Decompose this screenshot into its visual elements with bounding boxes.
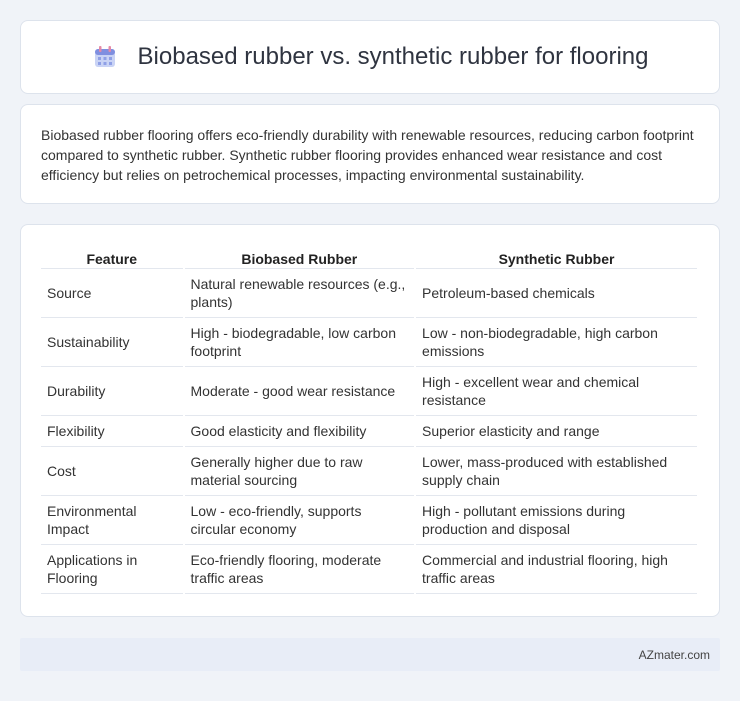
title-card: Biobased rubber vs. synthetic rubber for… — [20, 20, 720, 94]
summary-card: Biobased rubber flooring offers eco-frie… — [20, 104, 720, 204]
comparison-table-card: Feature Biobased Rubber Synthetic Rubber… — [20, 224, 720, 617]
synthetic-cell: Lower, mass-produced with established su… — [416, 447, 697, 496]
synthetic-cell: Petroleum-based chemicals — [416, 269, 697, 318]
biobased-cell: Natural renewable resources (e.g., plant… — [184, 269, 415, 318]
biobased-cell: Low - eco-friendly, supports circular ec… — [184, 496, 415, 545]
biobased-cell: Moderate - good wear resistance — [184, 367, 415, 416]
table-row: Flexibility Good elasticity and flexibil… — [41, 416, 697, 447]
table-row: Environmental Impact Low - eco-friendly,… — [41, 496, 697, 545]
header-biobased: Biobased Rubber — [184, 245, 415, 269]
table-header-row: Feature Biobased Rubber Synthetic Rubber — [41, 245, 697, 269]
footer-bar: AZmater.com — [20, 638, 720, 671]
feature-cell: Source — [41, 269, 183, 318]
synthetic-cell: Superior elasticity and range — [416, 416, 697, 447]
calendar-icon — [92, 44, 118, 70]
header-feature: Feature — [41, 245, 183, 269]
feature-cell: Sustainability — [41, 318, 183, 367]
table-row: Durability Moderate - good wear resistan… — [41, 367, 697, 416]
synthetic-cell: Low - non-biodegradable, high carbon emi… — [416, 318, 697, 367]
feature-cell: Cost — [41, 447, 183, 496]
table-row: Sustainability High - biodegradable, low… — [41, 318, 697, 367]
page-title: Biobased rubber vs. synthetic rubber for… — [137, 43, 649, 70]
table-row: Applications in Flooring Eco-friendly fl… — [41, 545, 697, 594]
biobased-cell: Good elasticity and flexibility — [184, 416, 415, 447]
synthetic-cell: High - excellent wear and chemical resis… — [416, 367, 697, 416]
summary-text: Biobased rubber flooring offers eco-frie… — [41, 127, 694, 183]
table-row: Cost Generally higher due to raw materia… — [41, 447, 697, 496]
biobased-cell: Generally higher due to raw material sou… — [184, 447, 415, 496]
comparison-table: Feature Biobased Rubber Synthetic Rubber… — [39, 245, 699, 594]
header-synthetic: Synthetic Rubber — [416, 245, 697, 269]
feature-cell: Environmental Impact — [41, 496, 183, 545]
biobased-cell: Eco-friendly flooring, moderate traffic … — [184, 545, 415, 594]
synthetic-cell: High - pollutant emissions during produc… — [416, 496, 697, 545]
feature-cell: Applications in Flooring — [41, 545, 183, 594]
feature-cell: Durability — [41, 367, 183, 416]
synthetic-cell: Commercial and industrial flooring, high… — [416, 545, 697, 594]
footer-brand[interactable]: AZmater.com — [639, 648, 710, 662]
biobased-cell: High - biodegradable, low carbon footpri… — [184, 318, 415, 367]
table-row: Source Natural renewable resources (e.g.… — [41, 269, 697, 318]
feature-cell: Flexibility — [41, 416, 183, 447]
